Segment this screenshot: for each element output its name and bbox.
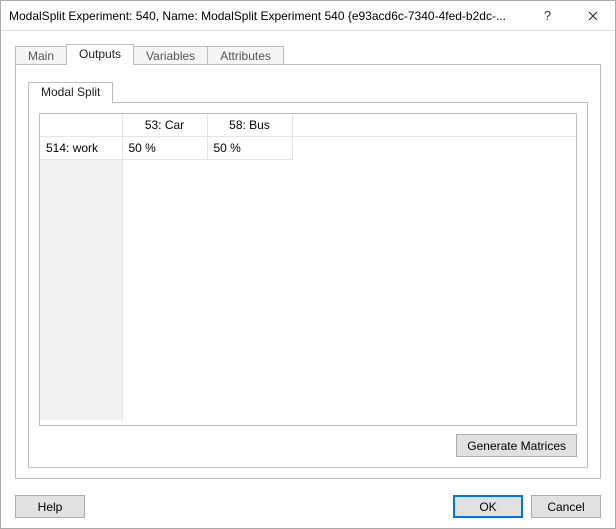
grid-col-bus[interactable]: 58: Bus bbox=[207, 114, 292, 137]
grid-rowhdr-empty bbox=[40, 160, 122, 420]
modal-split-grid[interactable]: 53: Car 58: Bus 514: work 50 % 50 % bbox=[39, 113, 577, 426]
table-row[interactable]: 514: work 50 % 50 % bbox=[40, 137, 576, 160]
grid-col-fill bbox=[292, 114, 576, 137]
cancel-button[interactable]: Cancel bbox=[531, 495, 601, 518]
tab-outputs[interactable]: Outputs bbox=[66, 44, 134, 65]
grid-corner bbox=[40, 114, 122, 137]
ok-button[interactable]: OK bbox=[453, 495, 523, 518]
inner-tabstrip: Modal Split bbox=[28, 81, 588, 103]
tab-modal-split[interactable]: Modal Split bbox=[28, 82, 113, 103]
grid-cell[interactable]: 50 % bbox=[207, 137, 292, 160]
main-tabstrip: Main Outputs Variables Attributes bbox=[15, 43, 601, 65]
grid-cell-fill bbox=[292, 137, 576, 160]
grid-cell[interactable]: 50 % bbox=[122, 137, 207, 160]
grid-col-car[interactable]: 53: Car bbox=[122, 114, 207, 137]
help-button[interactable]: Help bbox=[15, 495, 85, 518]
tab-variables[interactable]: Variables bbox=[133, 46, 208, 65]
close-icon[interactable] bbox=[570, 1, 615, 30]
outputs-page: Modal Split 53: Car 58: Bus bbox=[15, 65, 601, 479]
window-controls: ? bbox=[525, 1, 615, 30]
modal-split-page: 53: Car 58: Bus 514: work 50 % 50 % bbox=[28, 103, 588, 468]
tab-main[interactable]: Main bbox=[15, 46, 67, 65]
help-icon[interactable]: ? bbox=[525, 1, 570, 30]
generate-matrices-button[interactable]: Generate Matrices bbox=[456, 434, 577, 457]
tab-attributes[interactable]: Attributes bbox=[207, 46, 284, 65]
titlebar: ModalSplit Experiment: 540, Name: ModalS… bbox=[1, 1, 615, 31]
window-title: ModalSplit Experiment: 540, Name: ModalS… bbox=[9, 9, 525, 23]
dialog-footer: Help OK Cancel bbox=[15, 479, 601, 518]
grid-rowhdr-work[interactable]: 514: work bbox=[40, 137, 122, 160]
client-area: Main Outputs Variables Attributes Modal … bbox=[1, 31, 615, 528]
generate-row: Generate Matrices bbox=[39, 426, 577, 457]
grid-empty bbox=[122, 160, 576, 420]
